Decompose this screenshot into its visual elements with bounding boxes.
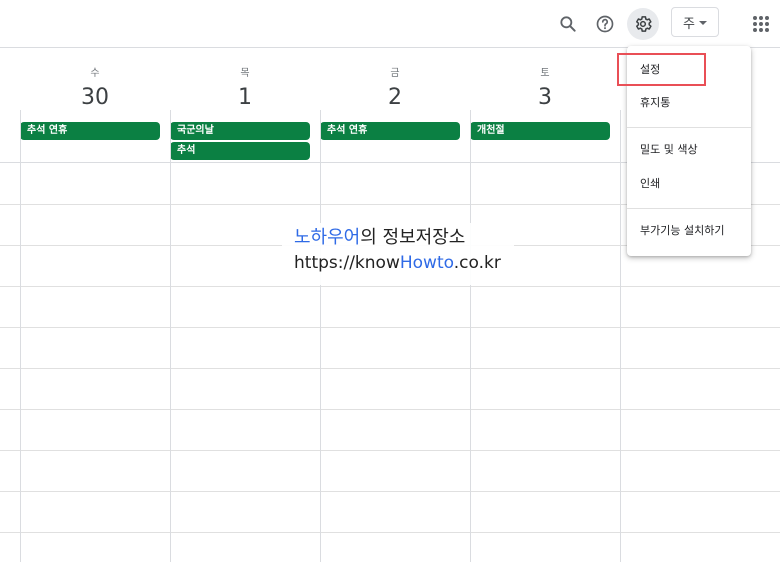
menu-item-install-addons[interactable]: 부가기능 설치하기 [627,216,751,246]
settings-button[interactable] [627,8,659,40]
day-header-sat[interactable]: 토 3 [470,49,620,111]
view-selector[interactable]: 주 [671,7,719,37]
top-toolbar: 주 [0,0,780,48]
event-chip[interactable]: 국군의날 [170,122,310,140]
hour-line [0,532,780,533]
apps-button[interactable] [745,8,777,40]
hour-line [0,327,780,328]
column-divider [170,110,171,562]
day-of-week: 목 [240,68,250,79]
day-number[interactable]: 3 [470,85,620,111]
day-header-wed[interactable]: 수 30 [20,49,170,111]
day-of-week: 금 [390,68,400,79]
hour-line [0,450,780,451]
menu-item-print[interactable]: 인쇄 [627,169,751,199]
watermark-url-prefix: https://know [294,253,400,273]
day-of-week: 수 [90,68,100,79]
highlight-annotation [617,53,706,86]
gear-icon [636,16,652,32]
event-chip[interactable]: 개천절 [470,122,610,140]
day-header-fri[interactable]: 금 2 [320,49,470,111]
event-chip[interactable]: 추석 [170,142,310,160]
menu-item-trash[interactable]: 휴지통 [627,88,751,118]
caret-down-icon [698,21,707,25]
view-selector-label: 주 [683,16,695,32]
help-icon [596,15,614,33]
event-chip[interactable]: 추석 연휴 [20,122,160,140]
day-of-week: 토 [540,68,550,79]
search-icon [560,16,576,32]
menu-divider [627,208,751,209]
help-button[interactable] [589,8,621,40]
column-divider [620,110,621,562]
watermark: 노하우어의 정보저장소 https://knowHowto.co.kr [282,223,514,285]
column-divider [320,110,321,562]
menu-divider [627,127,751,128]
watermark-brand: 노하우어 [294,227,361,248]
menu-item-density-color[interactable]: 밀도 및 색상 [627,135,751,165]
watermark-title: 노하우어의 정보저장소 [294,225,502,251]
watermark-url-suffix: .co.kr [453,253,501,273]
hour-line [0,286,780,287]
watermark-suffix: 의 정보저장소 [360,227,466,248]
day-number[interactable]: 2 [320,85,470,111]
hour-line [0,409,780,410]
watermark-url-brand: Howto [399,253,454,273]
search-button[interactable] [552,8,584,40]
apps-grid-icon [753,16,769,32]
hour-line [0,491,780,492]
column-divider [470,110,471,562]
column-divider [20,110,21,562]
day-number[interactable]: 30 [20,85,170,111]
day-header-thu[interactable]: 목 1 [170,49,320,111]
day-number[interactable]: 1 [170,85,320,111]
hour-line [0,368,780,369]
event-chip[interactable]: 추석 연휴 [320,122,460,140]
watermark-url: https://knowHowto.co.kr [294,251,502,275]
